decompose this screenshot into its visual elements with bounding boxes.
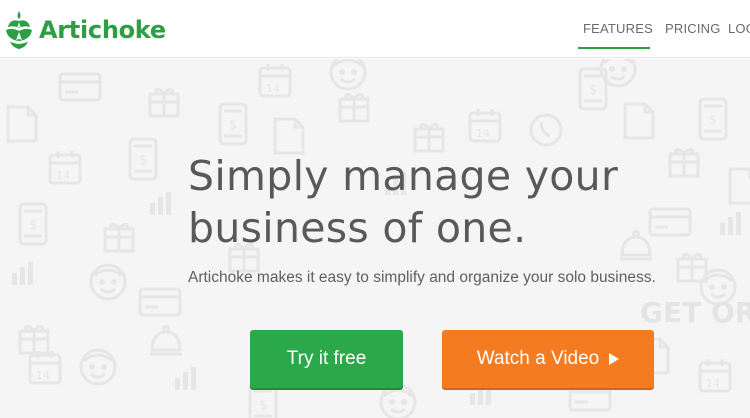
nav-item-login[interactable]: LOG	[728, 0, 750, 50]
hero-subline: Artichoke makes it easy to simplify and …	[188, 269, 656, 286]
hero-headline-line2: business of one.	[188, 204, 527, 252]
watch-video-label: Watch a Video	[476, 348, 600, 369]
artichoke-icon	[6, 11, 32, 49]
hero-headline: Simply manage your business of one.	[188, 150, 708, 254]
nav-item-pricing[interactable]: PRICING	[665, 0, 721, 50]
brand-name: Artichoke	[39, 16, 166, 44]
background-watermark-text: GET ORGA	[640, 296, 750, 329]
play-icon	[609, 353, 620, 365]
nav-item-features[interactable]: FEATURES	[583, 0, 653, 50]
try-it-free-label: Try it free	[286, 348, 367, 369]
brand-link[interactable]: Artichoke	[2, 8, 166, 52]
try-it-free-button[interactable]: Try it free	[250, 330, 403, 388]
watch-video-button[interactable]: Watch a Video	[442, 330, 654, 388]
nav-active-indicator	[578, 47, 650, 49]
hero-headline-line1: Simply manage your	[188, 152, 619, 200]
top-nav-bar: Artichoke FEATURES PRICING LOG	[0, 0, 750, 58]
